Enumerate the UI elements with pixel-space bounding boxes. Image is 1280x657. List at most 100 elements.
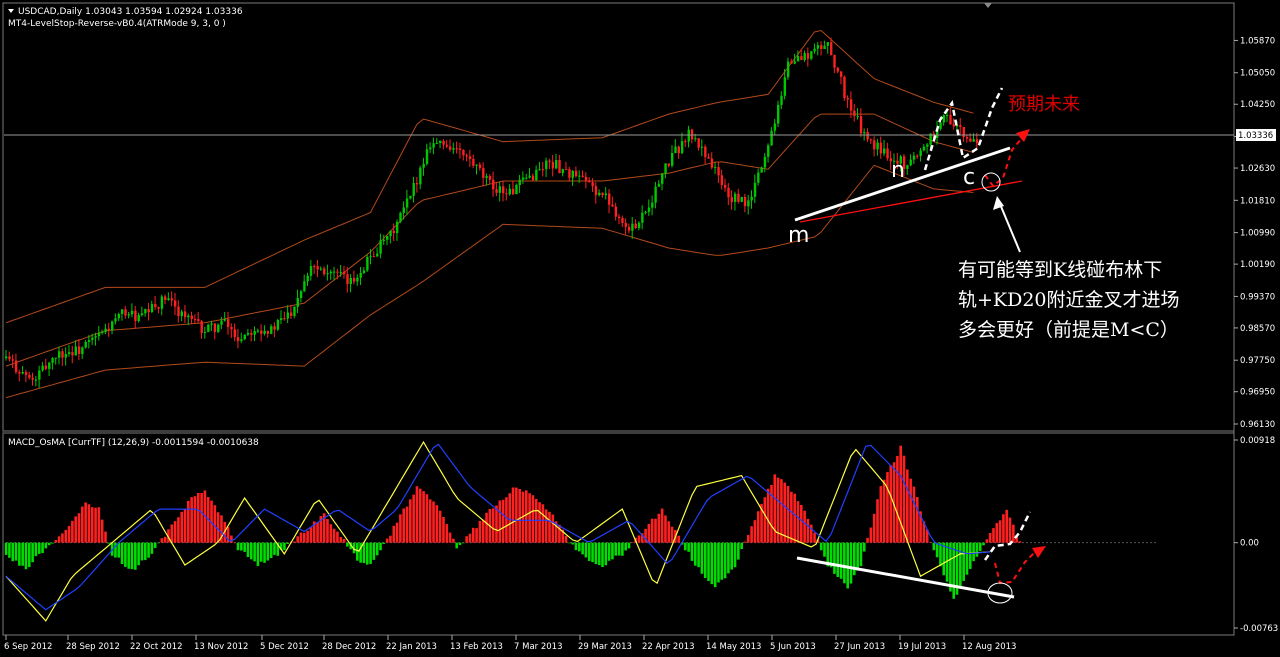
osma-bar xyxy=(568,542,571,544)
candle-body xyxy=(44,365,48,369)
osma-bar xyxy=(379,542,382,551)
candle-body xyxy=(959,125,962,127)
candle-body xyxy=(111,321,114,331)
candle-body xyxy=(796,56,800,62)
candle-body xyxy=(226,319,230,328)
osma-bar xyxy=(743,541,747,543)
candle-body xyxy=(147,309,150,313)
osma-bar xyxy=(604,542,608,566)
osma-bar xyxy=(57,536,61,543)
candle-body xyxy=(203,331,207,333)
candle-body xyxy=(280,318,283,320)
candle-body xyxy=(402,207,405,213)
date-tick-label: 27 Jun 2013 xyxy=(834,642,885,652)
candle-body xyxy=(482,168,485,178)
osma-bar xyxy=(700,542,704,574)
candle-body xyxy=(97,332,101,337)
osma-bar xyxy=(87,504,91,543)
osma-bar xyxy=(395,522,399,543)
osma-bar xyxy=(803,510,806,543)
osma-bar xyxy=(160,538,164,543)
osma-bar xyxy=(448,532,452,543)
osma-bar xyxy=(660,508,664,543)
osma-bar xyxy=(713,542,717,588)
candle-body xyxy=(627,226,631,231)
candle-body xyxy=(253,331,256,335)
candle-body xyxy=(515,184,518,195)
candle-body xyxy=(601,192,604,196)
candle-body xyxy=(210,323,213,325)
osma-bar xyxy=(823,542,826,557)
chart-canvas: USDCAD,Daily 1.03043 1.03594 1.02924 1.0… xyxy=(0,0,1280,657)
osma-bar xyxy=(187,500,190,543)
osma-bar xyxy=(581,542,584,555)
osma-bar xyxy=(173,521,177,543)
candle-body xyxy=(548,160,551,162)
osma-bar xyxy=(906,469,909,543)
candle-body xyxy=(757,172,760,183)
candle-body xyxy=(81,347,84,355)
candle-body xyxy=(694,138,697,140)
price-tick-label: 0.98570 xyxy=(1240,324,1275,334)
candle-body xyxy=(733,193,737,202)
candle-body xyxy=(120,309,124,314)
candle-body xyxy=(77,346,81,355)
osma-bar xyxy=(528,493,531,543)
macd-header: MACD_OsMA [CurrTF] (12,26,9) -0.0011594 … xyxy=(8,438,259,448)
candle-body xyxy=(164,296,167,300)
candle-body xyxy=(233,329,237,338)
osma-bar xyxy=(445,524,449,543)
osma-bar xyxy=(985,539,989,543)
osma-bar xyxy=(909,478,912,543)
current-price-label: 1.03336 xyxy=(1238,131,1273,141)
osma-bar xyxy=(253,542,256,562)
candle-body xyxy=(21,372,24,374)
candle-body xyxy=(839,71,843,77)
candle-body xyxy=(767,145,770,157)
candle-body xyxy=(190,315,193,320)
candle-body xyxy=(303,281,306,292)
candle-body xyxy=(31,377,34,380)
candle-body xyxy=(177,306,180,317)
osma-bar xyxy=(64,529,68,543)
osma-bar xyxy=(929,542,932,543)
osma-bar xyxy=(988,532,992,543)
candle-body xyxy=(193,319,197,321)
candle-body xyxy=(442,140,445,145)
osma-bar xyxy=(283,542,286,551)
osma-bar xyxy=(839,542,843,579)
candle-body xyxy=(84,341,87,348)
osma-bar xyxy=(180,511,184,543)
candle-body xyxy=(886,148,889,159)
candle-body xyxy=(405,198,409,208)
date-tick-label: 7 Mar 2013 xyxy=(514,642,562,652)
candle-body xyxy=(883,148,886,154)
candle-body xyxy=(316,266,319,270)
future-expectation-label: 预期未来 xyxy=(1008,94,1080,115)
candle-body xyxy=(54,357,58,359)
date-tick-label: 19 Jul 2013 xyxy=(898,642,946,652)
osma-bar xyxy=(833,542,836,574)
candle-body xyxy=(667,163,671,166)
candle-body xyxy=(333,271,336,273)
candle-body xyxy=(551,161,555,169)
osma-bar xyxy=(41,542,44,554)
candle-body xyxy=(48,362,51,369)
osma-bar xyxy=(753,520,757,543)
osma-bar xyxy=(866,537,869,543)
candle-body xyxy=(107,328,111,331)
osma-bar xyxy=(899,445,902,543)
osma-bar xyxy=(697,542,700,568)
candle-body xyxy=(475,164,478,166)
osma-bar xyxy=(524,490,528,543)
price-tick-label: 1.05870 xyxy=(1240,36,1275,46)
candle-body xyxy=(187,315,190,318)
osma-bar xyxy=(491,508,495,543)
osma-bar xyxy=(269,542,273,559)
osma-bar xyxy=(399,514,402,543)
candle-body xyxy=(127,314,130,316)
osma-bar xyxy=(677,535,681,543)
candle-body xyxy=(207,324,210,332)
candle-body xyxy=(71,352,74,356)
candle-body xyxy=(137,315,140,322)
